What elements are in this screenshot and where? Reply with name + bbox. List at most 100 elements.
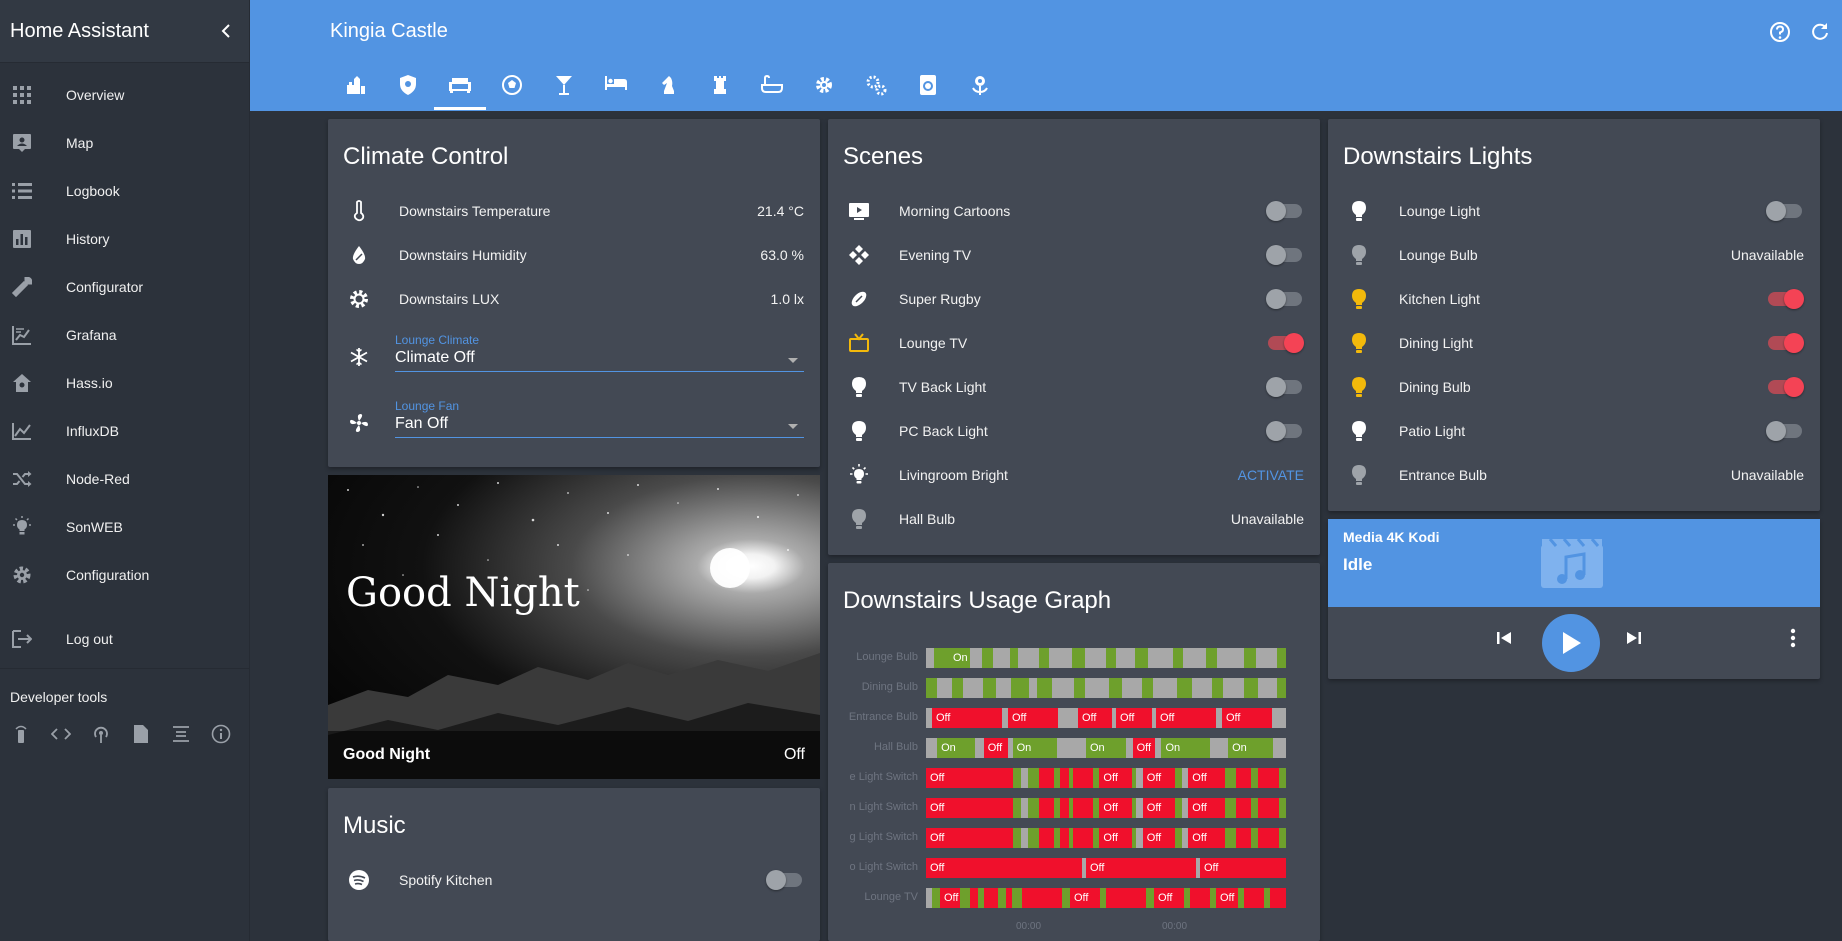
timeline-segment[interactable]: Off (1188, 768, 1226, 788)
timeline-segment[interactable] (1116, 648, 1136, 668)
timeline-segment[interactable] (1279, 768, 1286, 788)
timeline-segment[interactable]: Off (1142, 768, 1176, 788)
sidebar-item-map[interactable]: Map (0, 119, 250, 167)
tab-garden[interactable] (954, 73, 1006, 110)
timeline-segment[interactable] (982, 648, 993, 668)
timeline-segment[interactable]: Off (1154, 888, 1184, 908)
sidebar-item-overview[interactable]: Overview (0, 71, 250, 119)
timeline-segment[interactable] (1009, 648, 1019, 668)
info-icon[interactable] (210, 723, 231, 744)
timeline-bar[interactable]: Off Off Off Off Off Off (926, 708, 1286, 728)
tab-bathroom[interactable] (746, 73, 798, 110)
timeline-segment[interactable] (1052, 678, 1075, 698)
scene-toggle[interactable] (1266, 245, 1302, 265)
timeline-segment[interactable] (960, 888, 970, 908)
timeline-segment[interactable] (932, 888, 940, 908)
timeline-segment[interactable] (1106, 888, 1146, 908)
timeline-segment[interactable] (1256, 648, 1278, 668)
sidebar-item-influxdb[interactable]: InfluxDB (0, 407, 250, 455)
light-toggle[interactable] (1766, 421, 1802, 441)
sidebar-item-node-red[interactable]: Node-Red (0, 455, 250, 503)
timeline-segment[interactable]: Off (1222, 708, 1272, 728)
timeline-segment[interactable] (1027, 828, 1039, 848)
light-toggle[interactable] (1766, 201, 1802, 221)
timeline-segment[interactable] (969, 648, 983, 668)
timeline-segment[interactable] (1125, 738, 1133, 758)
file-icon[interactable] (130, 723, 151, 744)
timeline-segment[interactable] (1257, 828, 1280, 848)
refresh-icon[interactable] (1808, 20, 1832, 44)
timeline-segment[interactable]: Off (1070, 888, 1100, 908)
timeline-segment[interactable] (1235, 828, 1252, 848)
timeline-segment[interactable] (936, 678, 953, 698)
timeline-segment[interactable] (1062, 888, 1070, 908)
timeline-bar[interactable]: Off Off Off Off (926, 768, 1286, 788)
timeline-segment[interactable] (1109, 678, 1123, 698)
timeline-segment[interactable]: Off (926, 798, 1013, 818)
tab-chess-rook[interactable] (694, 73, 746, 110)
sidebar-item-configurator[interactable]: Configurator (0, 263, 250, 311)
timeline-segment[interactable] (1211, 678, 1223, 698)
timeline-segment[interactable] (1176, 678, 1193, 698)
timeline-segment[interactable] (1154, 738, 1162, 758)
timeline-segment[interactable] (1216, 648, 1244, 668)
timeline-segment[interactable] (1105, 648, 1117, 668)
scene-toggle[interactable] (1268, 333, 1304, 353)
timeline-segment[interactable] (1038, 768, 1054, 788)
sidebar-item-history[interactable]: History (0, 215, 250, 263)
tab-settings[interactable] (798, 73, 850, 110)
timeline-segment[interactable] (1147, 648, 1173, 668)
timeline-segment[interactable] (1122, 678, 1142, 698)
timeline-segment[interactable] (1270, 888, 1286, 908)
timeline-segment[interactable] (1060, 768, 1070, 788)
timeline-segment[interactable]: On (937, 738, 975, 758)
sidebar-item-grafana[interactable]: Grafana (0, 311, 250, 359)
timeline-segment[interactable] (1257, 678, 1278, 698)
timeline-segment[interactable] (1235, 768, 1252, 788)
timeline-segment[interactable] (1038, 828, 1054, 848)
timeline-segment[interactable] (982, 678, 996, 698)
timeline-segment[interactable] (952, 678, 964, 698)
timeline-segment[interactable] (1225, 828, 1236, 848)
timeline-segment[interactable] (1027, 798, 1039, 818)
timeline-segment[interactable]: Off (1142, 828, 1176, 848)
scene-row[interactable]: Evening TV (828, 233, 1320, 277)
scene-row[interactable]: Morning Cartoons (828, 189, 1320, 233)
timeline-segment[interactable] (1012, 798, 1022, 818)
help-icon[interactable] (1768, 20, 1792, 44)
scene-toggle[interactable] (1266, 201, 1302, 221)
light-row[interactable]: Dining Bulb (1328, 365, 1820, 409)
timeline-segment[interactable] (934, 648, 949, 668)
timeline-bar[interactable]: Off Off Off Off (926, 798, 1286, 818)
light-row[interactable]: Dining Light (1328, 321, 1820, 365)
timeline-segment[interactable]: On (1085, 738, 1126, 758)
good-night-picture-card[interactable]: Good Night Good Night Off (328, 475, 820, 779)
timeline-segment[interactable] (1244, 888, 1264, 908)
timeline-segment[interactable] (1235, 798, 1252, 818)
scene-toggle[interactable] (1266, 289, 1302, 309)
light-row[interactable]: Lounge Light (1328, 189, 1820, 233)
light-toggle[interactable] (1768, 377, 1804, 397)
picture-state[interactable]: Off (784, 746, 805, 764)
timeline-segment[interactable]: Off (932, 708, 1002, 728)
sidebar-item-logbook[interactable]: Logbook (0, 167, 250, 215)
timeline-segment[interactable] (1085, 678, 1110, 698)
sensor-row[interactable]: Downstairs Temperature 21.4 °C (328, 189, 820, 233)
timeline-segment[interactable] (1277, 648, 1286, 668)
timeline-bar[interactable]: On Off On On Off On On (926, 738, 1286, 758)
scene-toggle[interactable] (1266, 377, 1302, 397)
timeline-segment[interactable]: Off (1008, 708, 1058, 728)
timeline-segment[interactable]: Off (1188, 828, 1226, 848)
timeline-segment[interactable]: Off (926, 858, 1082, 878)
timeline-segment[interactable]: Off (1078, 708, 1112, 728)
sidebar-item-sonweb[interactable]: SonWEB (0, 503, 250, 551)
timeline-bar[interactable]: Off Off Off Off (926, 888, 1286, 908)
timeline-segment[interactable] (1012, 828, 1022, 848)
timeline-segment[interactable] (1183, 648, 1207, 668)
timeline-segment[interactable] (1225, 768, 1236, 788)
timeline-segment[interactable] (1277, 678, 1286, 698)
timeline-segment[interactable] (1058, 708, 1078, 728)
activate-button[interactable]: ACTIVATE (1238, 467, 1304, 483)
sidebar-item-configuration[interactable]: Configuration (0, 551, 250, 599)
timeline-segment[interactable] (998, 888, 1006, 908)
